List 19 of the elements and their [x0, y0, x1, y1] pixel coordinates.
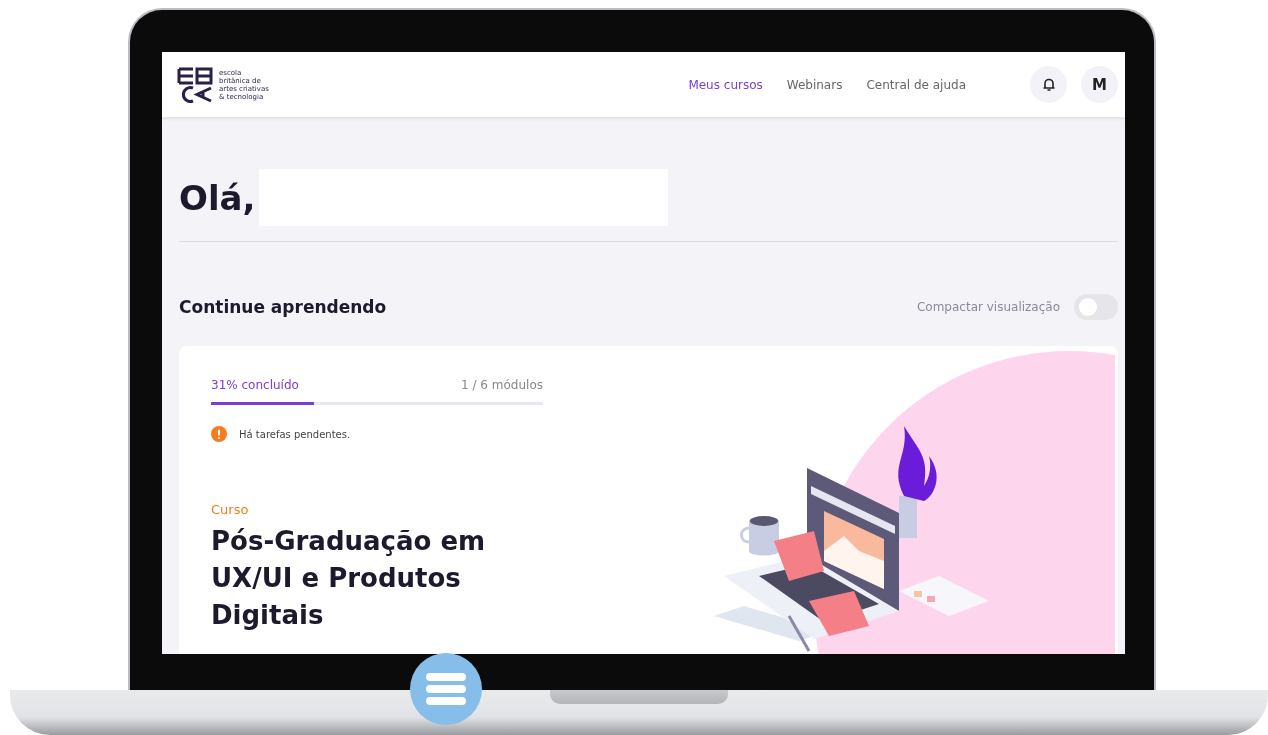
- category-label: Curso: [211, 502, 249, 517]
- toggle-label: Compactar visualização: [916, 300, 1060, 314]
- nav-link[interactable]: Meus cursos: [688, 77, 763, 92]
- greeting-heading: Olá,: [179, 177, 256, 218]
- bell-icon: [1042, 78, 1055, 91]
- course-title: Pós-Graduação em UX/UI e Produtos Digitais: [211, 525, 487, 632]
- progress-label: 31% concluído: [211, 378, 299, 392]
- logo-icon: [177, 65, 213, 104]
- notification-button[interactable]: [1030, 66, 1067, 103]
- warning-icon: [211, 426, 227, 442]
- course-card[interactable]: 31% concluído 1 / 6 módulos Há tarefas pendentes. Curso Pós-Graduação em UX/UI e Produtos Digitais: [179, 346, 1118, 654]
- section-title: Continue aprendendo: [179, 297, 387, 317]
- nav-link[interactable]: Webinars: [786, 77, 843, 92]
- nav-link[interactable]: Central de ajuda: [866, 77, 966, 92]
- alert-text: Há tarefas pendentes.: [239, 428, 351, 440]
- avatar-button[interactable]: M: [1081, 66, 1118, 103]
- compact-view-toggle[interactable]: [1074, 294, 1118, 320]
- modules-count: 1 / 6 módulos: [461, 378, 543, 392]
- menu-icon: [426, 673, 466, 705]
